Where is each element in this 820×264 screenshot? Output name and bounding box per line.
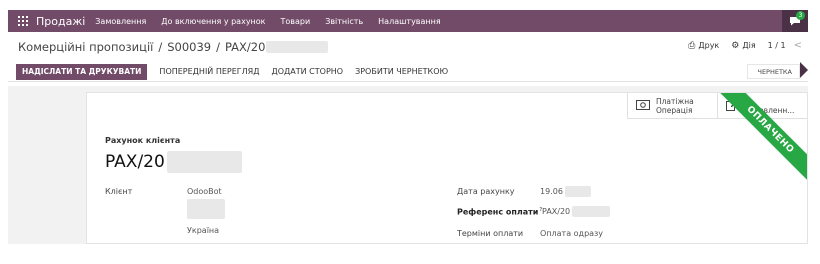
invoice-sheet: Платіжна Операція 1 Замовленн... ОПЛАЧЕН… <box>86 92 808 244</box>
redacted-block <box>564 186 591 197</box>
pager-prev-icon[interactable]: < <box>794 40 802 51</box>
redacted-block <box>572 206 611 217</box>
invoice-number: PAX/20 <box>105 151 242 173</box>
customer-name[interactable]: OdooBot <box>187 187 222 196</box>
payment-ref-field[interactable]: PAX/20 <box>542 206 611 217</box>
payment-smart-button[interactable]: Платіжна Операція <box>627 93 717 119</box>
invoice-number-text: PAX/20 <box>105 152 165 172</box>
state-draft-label: ЧЕРНЕТКА <box>757 68 792 76</box>
invoice-date-field[interactable]: 19.06 <box>540 186 591 197</box>
top-navbar: Продажі Замовлення До включення у рахуно… <box>8 10 808 32</box>
preview-button[interactable]: ПОПЕРЕДНІЙ ПЕРЕГЛЯД <box>159 67 259 76</box>
breadcrumb-quotations[interactable]: Комерційні пропозиції <box>18 40 153 54</box>
action-label: Дія <box>742 41 756 50</box>
invoice-date-value: 19.06 <box>540 187 563 196</box>
chat-button[interactable]: 3 <box>782 10 808 32</box>
state-draft[interactable]: ЧЕРНЕТКА <box>747 64 800 79</box>
nav-item-configuration[interactable]: Налаштування <box>378 17 441 26</box>
gear-icon: ⚙ <box>731 40 740 51</box>
reset-to-draft-button[interactable]: ЗРОБИТИ ЧЕРНЕТКОЮ <box>355 67 448 76</box>
breadcrumb-order[interactable]: S00039 <box>167 40 211 54</box>
redacted-block <box>266 41 329 53</box>
payment-ref-value: PAX/20 <box>542 207 571 216</box>
payment-ref-label: Референс оплати? <box>457 207 543 217</box>
invoice-date-label: Дата рахунку <box>457 187 515 196</box>
nav-item-to-invoice[interactable]: До включення у рахунок <box>161 17 265 26</box>
grid-icon[interactable] <box>18 16 28 26</box>
redacted-block <box>166 151 242 173</box>
chat-badge: 3 <box>796 11 805 20</box>
redacted-block <box>187 199 225 219</box>
send-print-button[interactable]: НАДІСЛАТИ ТА ДРУКУВАТИ <box>16 63 148 80</box>
customer-label: Клієнт <box>105 187 133 196</box>
header-actions: ⎙ Друк ⚙ Дія 1 / 1 < <box>688 40 802 51</box>
print-label: Друк <box>698 41 720 50</box>
control-panel: Комерційні пропозиції / S00039 / PAX/20 … <box>8 36 808 58</box>
payment-terms-value[interactable]: Оплата одразу <box>540 229 603 238</box>
nav-item-orders[interactable]: Замовлення <box>95 17 146 26</box>
payment-line1: Платіжна <box>656 96 694 106</box>
nav-item-reporting[interactable]: Звітність <box>325 17 363 26</box>
pager-value[interactable]: 1 / 1 <box>768 41 786 50</box>
payment-terms-label: Терміни оплати <box>457 229 524 238</box>
document-type-label: Рахунок клієнта <box>105 136 181 145</box>
payment-line2: Операція <box>656 105 693 115</box>
nav-item-products[interactable]: Товари <box>281 17 311 26</box>
breadcrumb: Комерційні пропозиції / S00039 / PAX/20 <box>18 40 329 54</box>
money-icon <box>636 99 650 112</box>
customer-country: Україна <box>187 226 220 235</box>
add-reversal-button[interactable]: ДОДАТИ СТОРНО <box>272 67 344 76</box>
breadcrumb-invoice: PAX/20 <box>224 40 266 54</box>
action-bar: НАДІСЛАТИ ТА ДРУКУВАТИ ПОПЕРЕДНІЙ ПЕРЕГЛ… <box>8 62 808 82</box>
app-brand[interactable]: Продажі <box>36 15 85 28</box>
print-button[interactable]: ⎙ Друк <box>688 41 719 51</box>
state-arrow <box>800 62 808 78</box>
action-button[interactable]: ⚙ Дія <box>731 41 755 51</box>
printer-icon: ⎙ <box>688 40 696 51</box>
